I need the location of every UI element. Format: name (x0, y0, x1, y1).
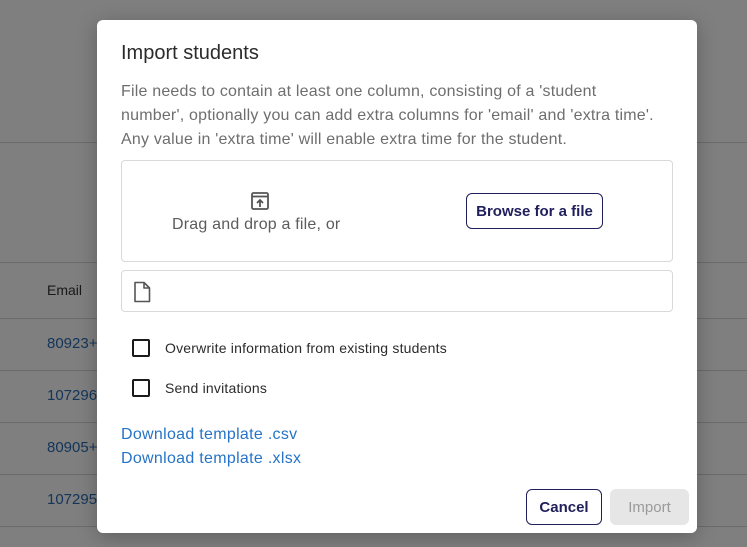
download-xlsx-template-link[interactable]: Download template .xlsx (121, 450, 301, 468)
download-csv-template-link[interactable]: Download template .csv (121, 426, 297, 444)
overwrite-checkbox[interactable] (132, 339, 150, 357)
browse-file-button[interactable]: Browse for a file (466, 193, 603, 229)
import-button[interactable]: Import (610, 489, 689, 525)
file-dropzone[interactable]: Drag and drop a file, or Browse for a fi… (121, 160, 673, 262)
overwrite-label[interactable]: Overwrite information from existing stud… (165, 340, 447, 356)
file-icon (134, 281, 151, 303)
overwrite-option[interactable]: Overwrite information from existing stud… (132, 338, 447, 358)
send-invitations-checkbox[interactable] (132, 379, 150, 397)
upload-file-icon (251, 192, 269, 210)
dialog-title: Import students (121, 42, 259, 64)
cancel-button[interactable]: Cancel (526, 489, 602, 525)
selected-file-field[interactable] (121, 270, 673, 312)
send-invitations-option[interactable]: Send invitations (132, 378, 267, 398)
send-invitations-label[interactable]: Send invitations (165, 380, 267, 396)
dropzone-text: Drag and drop a file, or (172, 216, 341, 233)
dialog-description: File needs to contain at least one colum… (121, 83, 654, 148)
import-students-dialog: Import students File needs to contain at… (97, 20, 697, 533)
